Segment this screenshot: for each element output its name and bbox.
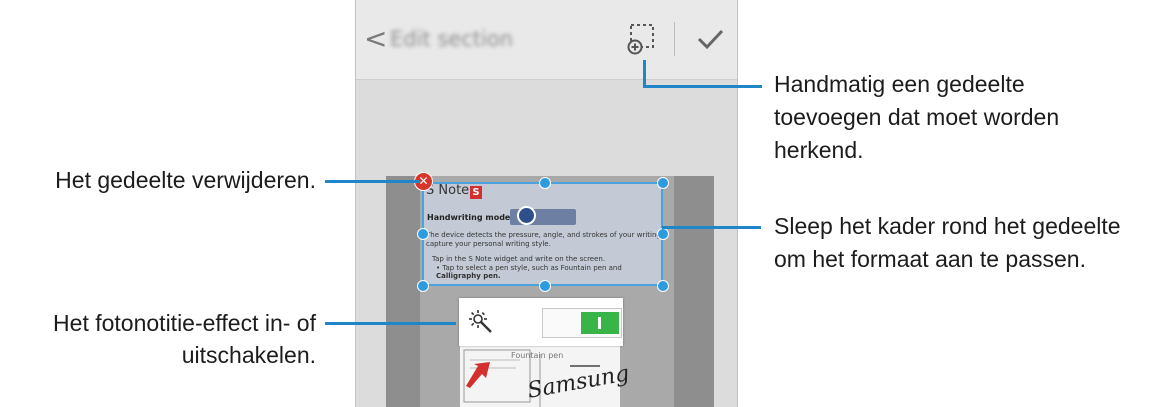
sun-magic-icon <box>467 308 495 336</box>
callout-add-area-line2: toevoegen dat moet worden <box>774 104 1060 130</box>
document-line: capture your personal writing style. <box>426 240 551 248</box>
callout-delete: Het gedeelte verwijderen. <box>55 167 316 193</box>
document-line: • Tap to select a pen style, such as Fou… <box>436 264 622 272</box>
switch-on-mark <box>598 317 601 329</box>
callout-line-delete <box>325 180 420 183</box>
pen-icon <box>517 206 536 225</box>
s-note-logo: S <box>470 186 482 199</box>
resize-handle-left[interactable] <box>417 228 429 240</box>
document-line: Tap in the S Note widget and write on th… <box>432 255 606 263</box>
resize-handle-bottom-left[interactable] <box>417 280 429 292</box>
callout-line-toggle <box>325 322 456 325</box>
screen-title: Edit section <box>390 27 513 51</box>
switch-thumb <box>581 312 619 334</box>
callout-line-resize <box>662 226 761 229</box>
callout-resize-line2: om het formaat aan te passen. <box>774 246 1086 272</box>
photo-note-switch[interactable] <box>542 308 622 338</box>
back-button[interactable]: < <box>364 22 387 56</box>
callout-line-add-area <box>643 85 762 88</box>
resize-handle-top[interactable] <box>539 177 551 189</box>
phone-screen: < Edit section Fountain pen Samsung S No… <box>355 0 738 407</box>
red-arrow-icon <box>464 360 492 388</box>
checkmark-icon[interactable] <box>690 18 730 58</box>
app-bar: < Edit section <box>356 0 737 80</box>
callout-add-area-line1: Handmatig een gedeelte <box>774 71 1025 97</box>
resize-handle-top-right[interactable] <box>657 177 669 189</box>
resize-handle-right[interactable] <box>657 228 669 240</box>
photo-note-toggle-panel <box>459 298 623 346</box>
callout-toggle-line2: uitschakelen. <box>181 342 316 368</box>
callout-add-area-line3: herkend. <box>774 137 864 163</box>
document-heading: Handwriting mode <box>427 213 511 222</box>
callout-toggle-line1: Het fotonotitie-effect in- of <box>53 310 316 336</box>
pen-style-label: Fountain pen <box>511 351 564 360</box>
toolbar-divider <box>674 22 675 56</box>
add-area-icon[interactable] <box>626 20 660 58</box>
resize-handle-bottom[interactable] <box>539 280 551 292</box>
document-line: Calligraphy pen. <box>436 272 501 280</box>
resize-handle-bottom-right[interactable] <box>657 280 669 292</box>
selection-frame[interactable]: S Note S Handwriting mode The device det… <box>422 182 663 286</box>
callout-line-add-area <box>643 60 646 88</box>
callout-resize-line1: Sleep het kader rond het gedeelte <box>774 213 1121 239</box>
document-title: S Note <box>426 183 470 198</box>
document-line: The device detects the pressure, angle, … <box>426 231 663 239</box>
